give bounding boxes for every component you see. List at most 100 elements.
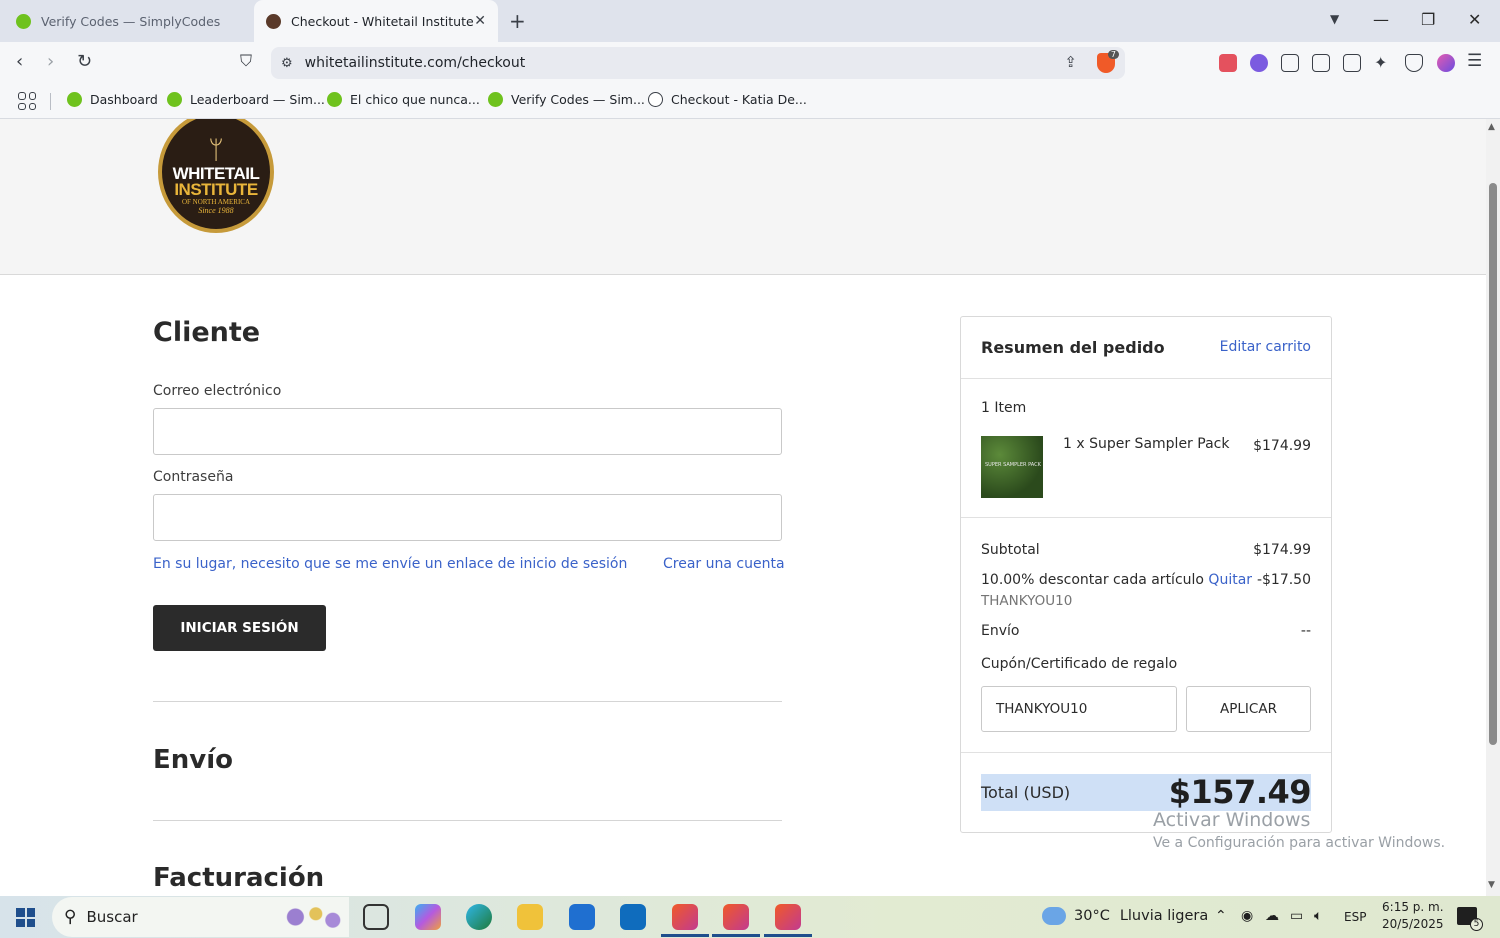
vpn-shield-icon[interactable] <box>1405 54 1423 72</box>
login-button[interactable]: INICIAR SESIÓN <box>153 605 326 651</box>
notification-count: 5 <box>1470 918 1483 931</box>
summary-header: Resumen del pedido Editar carrito <box>961 317 1331 379</box>
apply-coupon-button[interactable]: APLICAR <box>1186 686 1311 732</box>
weather-widget[interactable]: 30°C Lluvia ligera <box>1042 907 1208 925</box>
back-icon[interactable]: ‹ <box>16 51 23 72</box>
apps-grid-icon[interactable] <box>18 92 36 110</box>
bookmark-icon[interactable]: ⛉ <box>240 51 252 71</box>
notifications-icon[interactable]: 5 <box>1457 907 1483 931</box>
sidebar-icon[interactable] <box>1312 54 1330 72</box>
microsoft-store-icon[interactable] <box>569 904 595 930</box>
extensions-puzzle-icon[interactable] <box>1281 54 1299 72</box>
bookmark-leaderboard[interactable]: Leaderboard — Sim... <box>167 92 325 107</box>
password-field[interactable] <box>153 494 782 541</box>
email-label: Correo electrónico <box>153 383 282 399</box>
section-divider <box>153 701 782 702</box>
close-tab-icon[interactable]: ✕ <box>474 13 486 29</box>
brave-browser-icon[interactable] <box>672 904 698 930</box>
scroll-down-icon[interactable]: ▼ <box>1488 880 1495 890</box>
item-name: 1 x Super Sampler Pack <box>1063 436 1230 452</box>
item-count: 1 Item <box>981 400 1027 416</box>
brave-browser-icon[interactable] <box>775 904 801 930</box>
clock[interactable]: 6:15 p. m. 20/5/2025 <box>1382 899 1444 933</box>
show-hidden-icons-icon[interactable]: ⌃ <box>1215 908 1227 924</box>
active-app-indicator <box>712 934 760 937</box>
whitetail-favicon-icon <box>266 13 281 29</box>
subtotal-value: $174.99 <box>1253 542 1311 558</box>
simplycodes-icon <box>167 92 182 107</box>
tab-search-chevron-icon[interactable]: ▼ <box>1330 12 1339 26</box>
discount-code: THANKYOU10 <box>981 593 1073 609</box>
simplycodes-icon <box>327 92 342 107</box>
search-icon: ⚲ <box>64 907 77 927</box>
activate-windows-title: Activar Windows <box>1153 809 1311 831</box>
bookmark-dashboard[interactable]: Dashboard <box>67 92 158 107</box>
scrollbar-thumb[interactable] <box>1489 183 1497 745</box>
active-app-indicator <box>764 934 812 937</box>
language-indicator[interactable]: ESP <box>1344 910 1366 924</box>
remove-discount-link[interactable]: Quitar <box>1208 572 1252 588</box>
leo-ai-icon[interactable]: ✦ <box>1374 54 1392 72</box>
forward-icon[interactable]: › <box>47 51 54 72</box>
task-view-icon[interactable] <box>363 904 389 930</box>
tab-title: Verify Codes — SimplyCodes <box>41 13 221 29</box>
bookmark-label: Verify Codes — Sim... <box>511 92 645 107</box>
extension-icon[interactable] <box>1219 54 1237 72</box>
create-account-link[interactable]: Crear una cuenta <box>663 556 785 572</box>
outlook-icon[interactable] <box>620 904 646 930</box>
windows-start-icon[interactable] <box>16 908 35 927</box>
edit-cart-link[interactable]: Editar carrito <box>1220 339 1311 355</box>
site-settings-icon[interactable]: ⚙ <box>281 56 293 71</box>
profile-avatar[interactable] <box>1437 54 1455 72</box>
billing-heading: Facturación <box>153 863 325 893</box>
close-window-icon[interactable]: ✕ <box>1468 10 1481 29</box>
minimize-icon[interactable]: — <box>1373 10 1389 29</box>
file-explorer-icon[interactable] <box>517 904 543 930</box>
brave-browser-icon[interactable] <box>723 904 749 930</box>
tab-checkout[interactable]: Checkout - Whitetail Institute ✕ <box>254 0 498 42</box>
onedrive-icon[interactable]: ☁ <box>1265 908 1279 924</box>
bookmark-el-chico[interactable]: El chico que nunca... <box>327 92 480 107</box>
magic-link-login[interactable]: En su lugar, necesito que se me envíe un… <box>153 556 627 572</box>
reload-icon[interactable]: ↻ <box>77 51 92 72</box>
restore-icon[interactable]: ❐ <box>1421 10 1435 29</box>
extension-icon[interactable] <box>1250 54 1268 72</box>
meet-icon[interactable]: ◉ <box>1241 908 1253 924</box>
simplycodes-icon <box>16 13 31 29</box>
logo-line-3: OF NORTH AMERICA <box>181 197 251 206</box>
bookmark-verify-codes[interactable]: Verify Codes — Sim... <box>488 92 645 107</box>
tab-verify-codes[interactable]: Verify Codes — SimplyCodes <box>10 0 250 42</box>
url-text[interactable]: whitetailinstitute.com/checkout <box>305 55 526 71</box>
address-bar[interactable]: ⚙ whitetailinstitute.com/checkout ⇪ 7 <box>271 47 1125 79</box>
edge-icon[interactable] <box>466 904 492 930</box>
order-summary: Resumen del pedido Editar carrito 1 Item… <box>960 316 1332 833</box>
bookmark-label: Leaderboard — Sim... <box>190 92 325 107</box>
bookmarks-divider <box>50 93 51 110</box>
coupon-input[interactable]: THANKYOU10 <box>981 686 1177 732</box>
logo-line-2: INSTITUTE <box>174 179 258 199</box>
thumbnail-label: SUPER SAMPLER PACK <box>985 462 1041 468</box>
tab-title: Checkout - Whitetail Institute <box>291 13 474 29</box>
simplycodes-icon <box>67 92 82 107</box>
active-app-indicator <box>661 934 709 937</box>
shield-count-badge: 7 <box>1107 50 1119 59</box>
bookmark-checkout-katia[interactable]: Checkout - Katia De... <box>648 92 807 107</box>
new-tab-icon[interactable]: + <box>509 9 526 33</box>
taskbar-search[interactable]: ⚲ Buscar <box>52 897 349 937</box>
tab-bar: Verify Codes — SimplyCodes Checkout - Wh… <box>0 0 1500 42</box>
wallet-icon[interactable] <box>1343 54 1361 72</box>
network-icon[interactable]: ▭ <box>1290 908 1303 924</box>
volume-icon[interactable]: 🔈︎ <box>1314 908 1322 924</box>
coupon-label: Cupón/Certificado de regalo <box>981 656 1178 672</box>
share-icon[interactable]: ⇪ <box>1064 53 1077 71</box>
password-label: Contraseña <box>153 469 234 485</box>
section-divider <box>153 820 782 821</box>
search-highlight-image <box>275 901 343 933</box>
scroll-up-icon[interactable]: ▲ <box>1488 122 1495 132</box>
menu-icon[interactable]: ☰ <box>1467 51 1482 71</box>
summary-divider <box>961 517 1331 518</box>
copilot-icon[interactable] <box>415 904 441 930</box>
total-label: Total (USD) <box>981 783 1071 802</box>
whitetail-logo[interactable]: ᛘ WHITETAIL INSTITUTE OF NORTH AMERICA S… <box>158 119 274 233</box>
email-field[interactable] <box>153 408 782 455</box>
